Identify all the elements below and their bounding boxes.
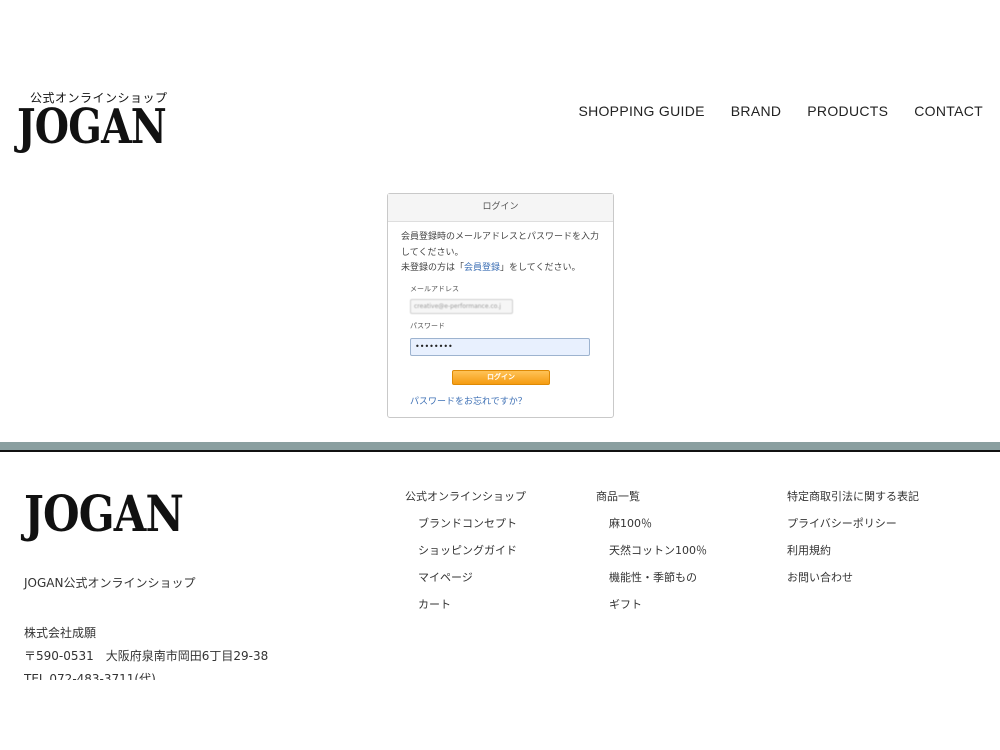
nav-shopping-guide[interactable]: SHOPPING GUIDE <box>578 103 704 119</box>
footer-address: 〒590-0531 大阪府泉南市岡田6丁目29-38 <box>24 649 269 663</box>
login-button[interactable]: ログイン <box>452 369 550 385</box>
footer-tel: TEL 072-483-3711(代) <box>24 672 156 680</box>
footer-link-commerce-law[interactable]: 特定商取引法に関する表記 <box>787 489 919 516</box>
brand-logo[interactable]: JOGAN <box>17 99 167 155</box>
footer-link-online-shop[interactable]: 公式オンラインショップ <box>405 489 526 516</box>
footer-link-contact[interactable]: お問い合わせ <box>787 570 919 597</box>
nav-products[interactable]: PRODUCTS <box>807 103 888 119</box>
footer-divider-band <box>0 442 1000 450</box>
login-instructions: 会員登録時のメールアドレスとパスワードを入力してください。 <box>401 232 600 258</box>
footer-link-linen[interactable]: 麻100％ <box>596 516 707 543</box>
email-field[interactable] <box>410 298 513 314</box>
footer-link-cart[interactable]: カート <box>405 597 526 624</box>
password-field[interactable] <box>410 337 590 356</box>
footer-col-info: 特定商取引法に関する表記 プライバシーポリシー 利用規約 お問い合わせ <box>787 489 919 597</box>
register-link[interactable]: 会員登録 <box>464 263 500 273</box>
footer-link-functional-seasonal[interactable]: 機能性・季節もの <box>596 570 707 597</box>
forgot-password-link[interactable]: パスワードをお忘れですか？ <box>410 395 601 411</box>
footer-logo[interactable]: JOGAN <box>24 484 184 543</box>
footer-col-shop: 公式オンラインショップ ブランドコンセプト ショッピングガイド マイページ カー… <box>405 489 526 624</box>
login-panel: ログイン 会員登録時のメールアドレスとパスワードを入力してください。 未登録の方… <box>387 193 614 418</box>
password-label: パスワード <box>410 321 445 330</box>
footer-link-terms[interactable]: 利用規約 <box>787 543 919 570</box>
nav-contact[interactable]: CONTACT <box>914 103 983 119</box>
register-prompt-prefix: 未登録の方は「 <box>401 263 465 273</box>
email-label: メールアドレス <box>410 284 459 293</box>
footer-shop-name: JOGAN公式オンラインショップ <box>24 576 196 590</box>
footer-link-product-list[interactable]: 商品一覧 <box>596 489 707 516</box>
login-panel-title: ログイン <box>388 194 613 222</box>
register-prompt-suffix: 」をしてください。 <box>500 263 581 273</box>
footer-link-gift[interactable]: ギフト <box>596 597 707 624</box>
nav-brand[interactable]: BRAND <box>731 103 782 119</box>
footer-col-products: 商品一覧 麻100％ 天然コットン100％ 機能性・季節もの ギフト <box>596 489 707 624</box>
footer-link-privacy-policy[interactable]: プライバシーポリシー <box>787 516 919 543</box>
login-panel-body: 会員登録時のメールアドレスとパスワードを入力してください。 未登録の方は「会員登… <box>388 222 613 410</box>
footer-divider-line <box>0 450 1000 452</box>
footer-company-name: 株式会社成願 <box>24 626 97 640</box>
footer-link-shopping-guide[interactable]: ショッピングガイド <box>405 543 526 570</box>
footer-link-cotton[interactable]: 天然コットン100％ <box>596 543 707 570</box>
register-prompt: 未登録の方は「会員登録」をしてください。 <box>401 261 601 277</box>
main-nav: SHOPPING GUIDE BRAND PRODUCTS CONTACT <box>578 103 983 119</box>
footer-link-brand-concept[interactable]: ブランドコンセプト <box>405 516 526 543</box>
footer-link-mypage[interactable]: マイページ <box>405 570 526 597</box>
